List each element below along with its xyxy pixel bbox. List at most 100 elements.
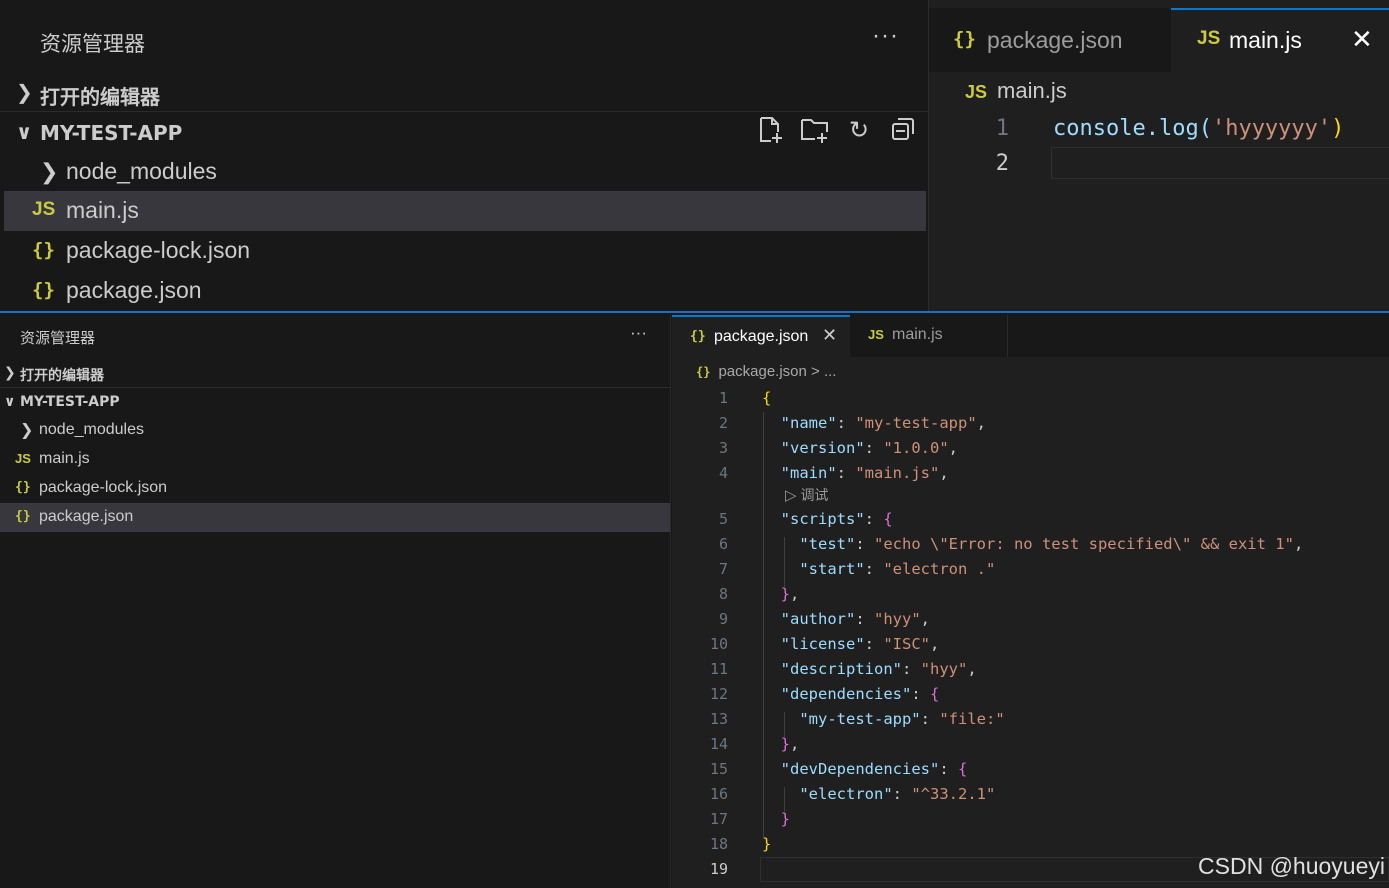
code-text: "devDependencies": { bbox=[780, 760, 968, 778]
json-file-icon: {} bbox=[15, 480, 31, 495]
json-key: "description" bbox=[780, 660, 902, 678]
json-value: "^33.2.1" bbox=[911, 785, 996, 803]
breadcrumb[interactable]: JS main.js bbox=[965, 78, 1067, 104]
code-text: "version": "1.0.0", bbox=[780, 439, 959, 457]
json-value: "my-test-app" bbox=[855, 414, 977, 432]
code-text: "start": "electron ." bbox=[799, 560, 996, 578]
json-key: "electron" bbox=[799, 785, 893, 803]
code-line: 2 "name": "my-test-app", bbox=[672, 412, 1389, 437]
json-file-icon: {} bbox=[15, 509, 31, 524]
close-icon[interactable]: ✕ bbox=[1351, 24, 1373, 55]
tree-item-package-json[interactable]: {} package.json bbox=[0, 503, 670, 532]
chevron-down-icon: ∨ bbox=[16, 122, 33, 144]
chevron-right-icon: ❯ bbox=[40, 159, 59, 184]
tree-item-package-lock-json[interactable]: {} package-lock.json bbox=[0, 474, 670, 503]
json-key: "start" bbox=[799, 560, 865, 578]
tree-item-node-modules[interactable]: ❯ node_modules bbox=[4, 152, 926, 192]
line-number: 6 bbox=[718, 535, 728, 553]
project-label: MY-TEST-APP bbox=[40, 121, 183, 145]
breadcrumb-file: main.js bbox=[997, 78, 1067, 103]
tree-item-main-js[interactable]: JS main.js bbox=[0, 445, 670, 474]
code-line: 17 } bbox=[672, 808, 1389, 833]
code-text: "description": "hyy", bbox=[780, 660, 977, 678]
chevron-right-icon: ❯ bbox=[4, 364, 16, 380]
code-line: 9 "author": "hyy", bbox=[672, 608, 1389, 633]
json-file-icon: {} bbox=[696, 365, 711, 379]
code-paren: ) bbox=[1331, 116, 1345, 141]
line-number: 12 bbox=[709, 685, 728, 703]
debug-codelens[interactable]: ▷ 调试 bbox=[785, 485, 828, 505]
tree-item-label: node_modules bbox=[39, 421, 144, 438]
editor-panel-zoomed: {} package.json JS main.js ✕ JS main.js 1… bbox=[928, 0, 1389, 311]
json-file-icon: {} bbox=[32, 239, 55, 261]
tree-item-label: main.js bbox=[66, 197, 139, 223]
tree-item-node-modules[interactable]: ❯ node_modules bbox=[0, 416, 670, 445]
tree-item-package-json[interactable]: {} package.json bbox=[4, 271, 926, 311]
code-text: } bbox=[762, 835, 772, 853]
tree-item-label: package.json bbox=[39, 508, 134, 525]
open-editors-label: 打开的编辑器 bbox=[40, 85, 160, 109]
tree-item-label: package-lock.json bbox=[39, 479, 168, 496]
code-text: "my-test-app": "file:" bbox=[799, 710, 1005, 728]
explorer-panel: 资源管理器 ··· ❯ 打开的编辑器 ∨ MY-TEST-APP ❯ node_… bbox=[0, 315, 671, 888]
code-line: 14 }, bbox=[672, 733, 1389, 758]
line-number: 14 bbox=[709, 735, 728, 753]
watermark: CSDN @huoyueyi bbox=[1198, 853, 1385, 879]
open-editors-section[interactable]: ❯ 打开的编辑器 bbox=[0, 359, 671, 387]
json-key: "devDependencies" bbox=[780, 760, 940, 778]
code-string: 'hyyyyyy' bbox=[1211, 116, 1332, 141]
tree-item-package-lock-json[interactable]: {} package-lock.json bbox=[4, 231, 926, 271]
play-icon: ▷ bbox=[785, 487, 797, 504]
tree-item-main-js[interactable]: JS main.js bbox=[4, 191, 926, 231]
tree-item-label: node_modules bbox=[66, 158, 217, 184]
refresh-icon[interactable]: ↻ bbox=[844, 116, 874, 146]
code-text: "scripts": { bbox=[780, 510, 893, 528]
json-key: "name" bbox=[780, 414, 837, 432]
explorer-title: 资源管理器 bbox=[20, 329, 96, 347]
more-actions-icon[interactable]: ··· bbox=[872, 22, 899, 50]
breadcrumb-more: ... bbox=[823, 363, 837, 380]
json-key: "test" bbox=[799, 535, 856, 553]
project-section[interactable]: ∨ MY-TEST-APP bbox=[0, 388, 671, 416]
tab-label: main.js bbox=[892, 326, 943, 343]
code-text: "main": "main.js", bbox=[780, 464, 949, 482]
open-editors-section[interactable]: ❯ 打开的编辑器 bbox=[0, 72, 928, 112]
json-value: "file:" bbox=[939, 710, 1005, 728]
code-line: 7 "start": "electron ." bbox=[672, 558, 1389, 583]
javascript-file-icon: JS bbox=[1197, 28, 1221, 49]
more-actions-icon[interactable]: ··· bbox=[630, 323, 647, 343]
code-line: 5 "scripts": { bbox=[672, 508, 1389, 533]
javascript-file-icon: JS bbox=[868, 327, 884, 342]
javascript-file-icon: JS bbox=[32, 199, 56, 220]
code-line: 15 "devDependencies": { bbox=[672, 758, 1389, 783]
breadcrumb-separator: > bbox=[811, 363, 820, 380]
tab-main-js[interactable]: JS main.js ✕ bbox=[1171, 8, 1389, 72]
line-number: 9 bbox=[718, 610, 728, 628]
close-icon[interactable]: ✕ bbox=[822, 325, 837, 346]
new-file-icon[interactable] bbox=[756, 116, 786, 146]
line-number: 7 bbox=[718, 560, 728, 578]
code-line: 13 "my-test-app": "file:" bbox=[672, 708, 1389, 733]
line-number: 2 bbox=[995, 151, 1009, 176]
code-line: 4 "main": "main.js", bbox=[672, 462, 1389, 487]
collapse-all-icon[interactable] bbox=[888, 116, 918, 146]
tree-item-label: package-lock.json bbox=[66, 237, 251, 263]
line-number: 5 bbox=[718, 510, 728, 528]
tab-main-js[interactable]: JS main.js bbox=[850, 315, 1008, 357]
breadcrumb[interactable]: {} package.json > ... bbox=[696, 363, 836, 380]
new-folder-icon[interactable] bbox=[800, 116, 830, 146]
current-line-highlight bbox=[1051, 147, 1389, 179]
chevron-right-icon: ❯ bbox=[16, 82, 33, 104]
javascript-file-icon: JS bbox=[965, 82, 988, 102]
javascript-file-icon: JS bbox=[15, 451, 31, 466]
codelens-label: 调试 bbox=[800, 487, 829, 503]
line-number: 4 bbox=[718, 464, 728, 482]
line-number: 1 bbox=[995, 116, 1009, 141]
line-number: 17 bbox=[709, 810, 728, 828]
chevron-down-icon: ∨ bbox=[4, 393, 16, 409]
json-value: "echo \"Error: no test specified\" && ex… bbox=[874, 535, 1294, 553]
code-line: 16 "electron": "^33.2.1" bbox=[672, 783, 1389, 808]
code-text: } bbox=[780, 810, 791, 828]
tab-package-json[interactable]: {} package.json ✕ bbox=[672, 315, 850, 357]
tab-package-json[interactable]: {} package.json bbox=[929, 8, 1171, 72]
